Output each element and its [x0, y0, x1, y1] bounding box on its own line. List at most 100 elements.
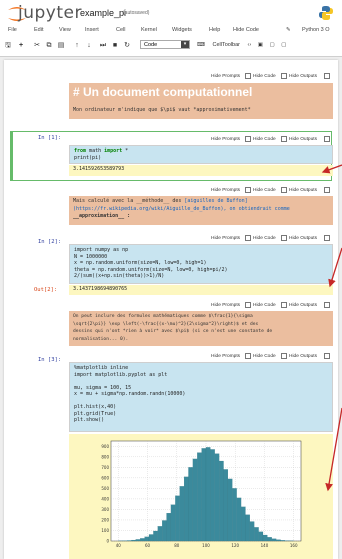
buffon-url[interactable]: (https://fr.wikipedia.org/wiki/Aiguille_…	[73, 206, 329, 214]
hide-outputs-checkbox[interactable]	[324, 302, 330, 308]
histogram-bar	[254, 527, 259, 542]
markdown-cell-title[interactable]: # Un document computationnel	[69, 83, 333, 105]
menu-widgets[interactable]: Widgets	[172, 27, 192, 33]
markdown-text: Mais calculé avec la __méthode__ des	[73, 198, 185, 204]
paste-icon[interactable]: ▤	[56, 40, 66, 51]
copy-icon[interactable]: ⧉	[44, 40, 54, 51]
x-tick-label: 120	[231, 543, 239, 548]
menu-cell[interactable]: Cell	[116, 27, 125, 33]
run-next-icon[interactable]: ⏭	[98, 40, 108, 51]
histogram-bar	[241, 506, 246, 542]
jupyter-logo-text[interactable]: jupyter	[18, 3, 82, 23]
histogram-bar	[223, 469, 228, 542]
menu-insert[interactable]: Insert	[85, 27, 99, 33]
menu-edit[interactable]: Edit	[34, 27, 43, 33]
x-tick-label: 80	[174, 543, 180, 548]
hide-outputs-checkbox[interactable]	[324, 353, 330, 359]
markdown-line: dessins qui n'ont *rien à voir* avec $\p…	[73, 329, 273, 334]
cell-toolbar: Hide Prompts Hide Code Hide Outputs	[69, 72, 333, 82]
histogram-bar	[236, 497, 242, 542]
celltoolbar-button[interactable]: CellToolbar	[212, 42, 240, 48]
notebook-name[interactable]: example_pi	[80, 8, 126, 18]
hide-code-checkbox[interactable]	[281, 302, 287, 308]
code-line: plt.show()	[74, 417, 105, 423]
code-input[interactable]: %matplotlib inline import matplotlib.pyp…	[69, 362, 333, 432]
keyword: from	[74, 148, 87, 154]
move-up-icon[interactable]: ↑	[72, 40, 82, 51]
code-line: N = 1000000	[74, 253, 108, 260]
hide-code-checkbox[interactable]	[281, 136, 287, 142]
y-tick-label: 700	[101, 465, 109, 470]
x-tick-label: 40	[116, 543, 122, 548]
markdown-line: \sqrt{2\pi}} \exp \left(-\frac{(x-\mu)^2…	[73, 321, 259, 327]
move-down-icon[interactable]: ↓	[84, 40, 94, 51]
hide-code-label: Hide Code	[253, 236, 276, 241]
view-icon[interactable]: ▣	[258, 42, 263, 48]
histogram-bar	[214, 453, 220, 542]
code-line: import matplotlib.pyplot as plt	[74, 371, 168, 378]
y-tick-label: 0	[106, 539, 109, 544]
hide-prompts-checkbox[interactable]	[245, 136, 251, 142]
code-line: %matplotlib inline	[74, 365, 129, 371]
code-icon[interactable]: ‹›	[248, 42, 252, 48]
x-tick-label: 100	[202, 543, 210, 548]
hide-prompts-checkbox[interactable]	[245, 187, 251, 193]
code-token: *	[122, 148, 129, 154]
y-tick-label: 800	[101, 454, 109, 459]
menu-view[interactable]: View	[59, 27, 71, 33]
histogram-bar	[276, 539, 281, 542]
hide-prompts-label: Hide Prompts	[211, 303, 241, 308]
autosave-status: (autosaved)	[123, 10, 150, 16]
celltoolbar-area: ⌨ CellToolbar ‹› ▣ ▢ ▢	[197, 42, 286, 48]
code-input[interactable]: import numpy as np N = 1000000 x = np.ra…	[69, 244, 333, 284]
histogram-bar	[131, 539, 136, 542]
cell-type-select[interactable]: Code ▾	[140, 40, 190, 49]
markdown-cell-formula[interactable]: On peut inclure des formules mathématiqu…	[69, 311, 333, 346]
hide-prompts-checkbox[interactable]	[245, 302, 251, 308]
hide-outputs-label: Hide Outputs	[289, 354, 317, 359]
save-icon[interactable]: 🖫	[3, 40, 13, 51]
hide-outputs-checkbox[interactable]	[324, 187, 330, 193]
markdown-line: On peut inclure des formules mathématiqu…	[73, 314, 253, 319]
hide-prompts-label: Hide Prompts	[211, 354, 241, 359]
hide-prompts-checkbox[interactable]	[245, 73, 251, 79]
markdown-line: Mais calculé avec la __méthode__ des [ai…	[73, 198, 329, 206]
page-icon[interactable]: ▢	[281, 42, 286, 48]
code-line: x = mu + sigma*np.random.randn(10000)	[74, 391, 186, 397]
markdown-cell-buffon[interactable]: Mais calculé avec la __méthode__ des [ai…	[69, 196, 333, 225]
histogram-bar	[157, 526, 163, 542]
histogram-bar	[262, 534, 268, 542]
hide-code-checkbox[interactable]	[281, 235, 287, 241]
y-tick-label: 900	[101, 444, 109, 449]
pencil-icon[interactable]: ✎	[286, 27, 291, 33]
hide-prompts-checkbox[interactable]	[245, 235, 251, 241]
hide-code-checkbox[interactable]	[281, 187, 287, 193]
buffon-link[interactable]: [aiguilles de Buffon]	[184, 198, 247, 204]
y-tick-label: 500	[101, 486, 109, 491]
hide-outputs-checkbox[interactable]	[324, 235, 330, 241]
cell-toolbar: Hide Prompts Hide Code Hide Outputs	[69, 301, 333, 311]
menu-hide-code[interactable]: Hide Code	[233, 27, 259, 33]
restart-icon[interactable]: ↻	[122, 40, 132, 51]
python-logo-icon	[319, 6, 333, 20]
menu-file[interactable]: File	[8, 27, 17, 33]
hide-prompts-checkbox[interactable]	[245, 353, 251, 359]
menu-kernel[interactable]: Kernel	[141, 27, 157, 33]
hide-code-checkbox[interactable]	[281, 73, 287, 79]
stop-icon[interactable]: ■	[110, 40, 120, 51]
cell-toolbar: Hide Prompts Hide Code Hide Outputs	[69, 234, 333, 244]
y-tick-label: 600	[101, 475, 109, 480]
x-tick-label: 60	[145, 543, 151, 548]
doc-icon[interactable]: ▢	[269, 42, 274, 48]
menu-help[interactable]: Help	[209, 27, 220, 33]
histogram-bar	[210, 449, 215, 542]
hide-outputs-checkbox[interactable]	[324, 136, 330, 142]
plus-icon[interactable]: +	[16, 40, 26, 51]
cut-icon[interactable]: ✂	[32, 40, 42, 51]
hide-code-label: Hide Code	[253, 354, 276, 359]
keyboard-icon[interactable]: ⌨	[197, 42, 205, 48]
code-input[interactable]: from math import * print(pi)	[69, 145, 333, 164]
hide-outputs-checkbox[interactable]	[324, 73, 330, 79]
markdown-cell-text[interactable]: Mon ordinateur m'indique que $\pi$ vaut …	[69, 105, 333, 119]
hide-code-checkbox[interactable]	[281, 353, 287, 359]
